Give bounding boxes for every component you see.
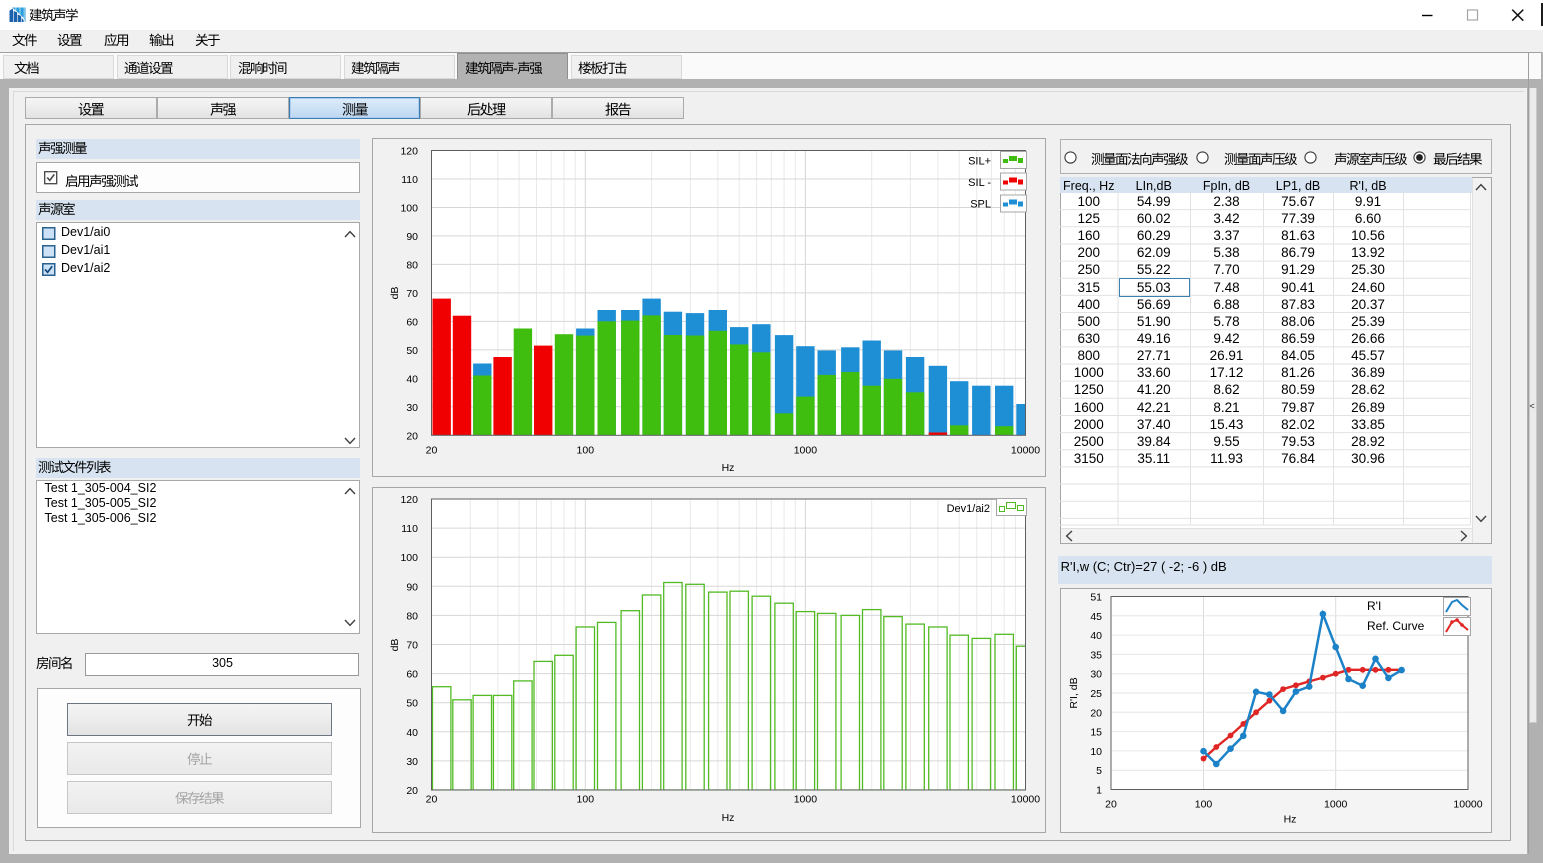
svg-text:90: 90: [406, 231, 418, 243]
svg-text:70: 70: [406, 640, 418, 652]
svg-text:50: 50: [406, 698, 418, 710]
svg-text:60: 60: [406, 669, 418, 681]
svg-text:120: 120: [400, 146, 418, 158]
svg-text:100: 100: [400, 552, 418, 564]
svg-text:100: 100: [1195, 799, 1213, 811]
svg-text:110: 110: [401, 174, 418, 186]
svg-text:R'I, dB: R'I, dB: [1068, 677, 1080, 708]
svg-text:Hz: Hz: [722, 812, 735, 824]
svg-text:30: 30: [406, 402, 418, 414]
svg-text:dB: dB: [389, 639, 401, 652]
svg-text:20: 20: [426, 794, 438, 806]
svg-text:40: 40: [406, 373, 418, 385]
svg-text:110: 110: [401, 523, 418, 535]
svg-text:30: 30: [1090, 669, 1102, 681]
svg-text:120: 120: [400, 494, 418, 506]
svg-text:5: 5: [1096, 765, 1102, 777]
svg-text:80: 80: [406, 610, 418, 622]
svg-text:40: 40: [406, 727, 418, 739]
svg-text:20: 20: [1105, 799, 1117, 811]
svg-text:dB: dB: [389, 287, 401, 300]
svg-text:SIL -: SIL -: [968, 177, 991, 189]
svg-text:100: 100: [577, 794, 595, 806]
svg-text:SIL+: SIL+: [968, 156, 991, 168]
svg-text:15: 15: [1090, 727, 1102, 739]
svg-text:10000: 10000: [1011, 444, 1040, 456]
svg-text:70: 70: [406, 288, 418, 300]
svg-text:10000: 10000: [1453, 799, 1482, 811]
svg-text:20: 20: [426, 444, 438, 456]
svg-text:1: 1: [1096, 785, 1102, 797]
svg-text:100: 100: [577, 444, 595, 456]
svg-text:35: 35: [1090, 649, 1102, 661]
svg-text:30: 30: [406, 756, 418, 768]
svg-text:80: 80: [406, 259, 418, 271]
svg-text:Hz: Hz: [1284, 814, 1297, 826]
svg-text:20: 20: [1090, 707, 1102, 719]
svg-text:SPL: SPL: [970, 199, 991, 211]
svg-text:10000: 10000: [1011, 794, 1040, 806]
svg-text:90: 90: [406, 581, 418, 593]
svg-text:50: 50: [406, 345, 418, 357]
svg-text:Ref. Curve: Ref. Curve: [1367, 619, 1425, 633]
svg-text:20: 20: [406, 785, 418, 797]
svg-text:51: 51: [1090, 592, 1102, 604]
svg-text:Hz: Hz: [722, 462, 735, 474]
svg-text:60: 60: [406, 316, 418, 328]
svg-text:1000: 1000: [794, 794, 818, 806]
svg-text:Dev1/ai2: Dev1/ai2: [947, 503, 990, 515]
svg-text:45: 45: [1090, 611, 1102, 623]
svg-text:20: 20: [406, 430, 418, 442]
svg-text:1000: 1000: [1324, 799, 1348, 811]
svg-text:100: 100: [400, 203, 418, 215]
svg-text:25: 25: [1090, 688, 1102, 700]
svg-text:R'I: R'I: [1367, 599, 1381, 613]
svg-text:1000: 1000: [794, 444, 818, 456]
svg-text:40: 40: [1090, 630, 1102, 642]
svg-text:10: 10: [1090, 746, 1102, 758]
